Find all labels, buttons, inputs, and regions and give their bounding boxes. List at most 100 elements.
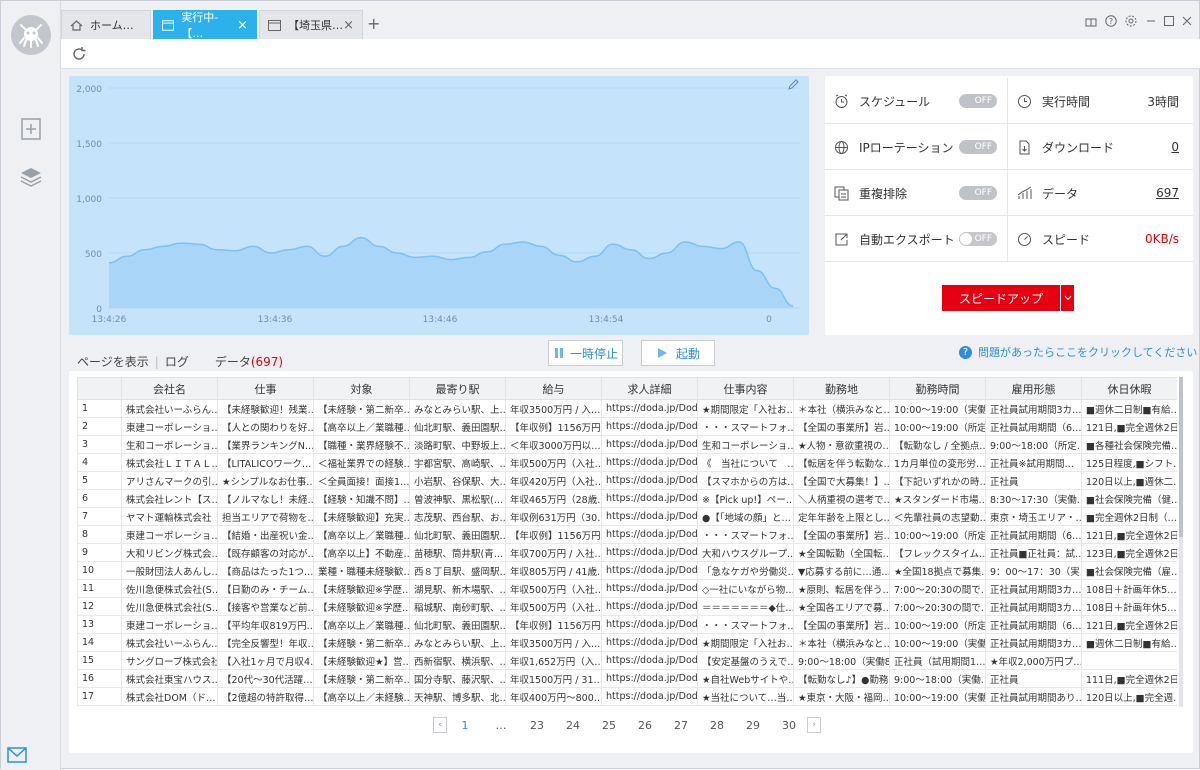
tab-log[interactable]: ログ (165, 353, 189, 370)
prev-page-button[interactable]: ‹ (433, 717, 447, 733)
column-header[interactable]: 仕事 (217, 377, 314, 400)
table-cell: https://doda.jp/Doda… (601, 687, 698, 706)
page-24[interactable]: 24 (555, 719, 591, 732)
table-cell: ◇一社にいながら物… (697, 579, 794, 598)
page-29[interactable]: 29 (735, 719, 771, 732)
column-header[interactable]: 雇用形態 (985, 377, 1082, 400)
table-row[interactable]: 8 東建コーポレーショ… 【結婚・出産祝い金… 【高卒以上／業職種… 仙北町駅、義田園駅… (77, 525, 1177, 544)
table-cell: 【入社1ヶ月で月収4… (217, 651, 314, 670)
page-1[interactable]: 1 (447, 719, 483, 732)
page-23[interactable]: 23 (519, 719, 555, 732)
vertical-scrollbar[interactable] (1179, 377, 1183, 707)
table-row[interactable]: 5 アリさんマークの引… ★シンプルなお仕事… ＜全員面接！面接1… 小岩駅、谷保駅、大… (77, 471, 1177, 490)
tab-running[interactable]: 実行中-【… × (153, 10, 257, 40)
column-header[interactable]: 勤務地 (793, 377, 890, 400)
page-26[interactable]: 26 (627, 719, 663, 732)
table-row[interactable]: 9 大和リビング株式会… 【既存顧客の対応が… 【高卒以上】不動産… 苗穂駅、筒井駅(青… (77, 543, 1177, 562)
app-logo (11, 15, 51, 55)
column-header[interactable]: 給与 (505, 377, 602, 400)
row-index: 5 (77, 471, 122, 490)
page-30[interactable]: 30 (771, 719, 807, 732)
chevron-down-icon[interactable] (1060, 285, 1074, 311)
column-header[interactable]: 休日休暇 (1081, 377, 1177, 400)
run-time-label: 実行時間 (1042, 94, 1091, 109)
tab-page-view[interactable]: ページを表示 (77, 353, 149, 370)
column-header[interactable]: 求人詳細 (601, 377, 698, 400)
table-body: 1 株式会社いーふらん… 【未経験歓迎！残業… 【未経験・第二新卒… みなとみらい駅、上… (77, 399, 1177, 706)
table-cell: 【高卒以上／業職種… (313, 615, 410, 634)
data-value[interactable]: 697 (1156, 186, 1179, 200)
pause-button[interactable]: 一時停止 (548, 340, 623, 366)
page-25[interactable]: 25 (591, 719, 627, 732)
pause-label: 一時停止 (569, 346, 618, 361)
column-header[interactable]: 勤務時間 (889, 377, 986, 400)
table-cell: 【人との関わりを好… (217, 417, 314, 436)
table-row[interactable]: 6 株式会社レント【ス… 【ノルマなし！未経… 【経験・知識不問】… 曽波神駅、黒松駅(… (77, 489, 1177, 508)
table-cell: 正社員試用期間（6… (985, 525, 1082, 544)
column-header[interactable] (77, 377, 122, 400)
row-index: 3 (77, 435, 122, 454)
table-row[interactable]: 10 一般財団法人あんし… 【商品はたった1つ… 業種・職種未経験歓… 西８丁目駅、盛岡… (77, 561, 1177, 580)
table-cell: 年収500万円（入社… (505, 579, 602, 598)
table-row[interactable]: 2 東建コーポレーショ… 【人との関わりを好… 【高卒以上／業職種… 仙北町駅、義田園駅… (77, 417, 1177, 436)
table-cell: 東建コーポレーショ… (121, 417, 218, 436)
clock-icon (1016, 93, 1032, 109)
tab-task[interactable]: 【埼玉県… × (259, 10, 363, 39)
scrollbar-thumb[interactable] (1179, 377, 1183, 537)
new-task-button[interactable] (17, 115, 45, 143)
column-header[interactable]: 仕事内容 (697, 377, 794, 400)
table-cell: 【経験・知識不問】… (313, 489, 410, 508)
close-icon[interactable]: × (237, 19, 248, 32)
page-28[interactable]: 28 (699, 719, 735, 732)
table-row[interactable]: 14 株式会社いーふらん… 【完全反響型！年収… 【未経験・第二新卒… みなとみらい駅、… (77, 633, 1177, 652)
table-row[interactable]: 17 株式会社DOM（ド… 【2億超の特許取得… 【高卒以上／未経験… 天神駅、博多駅、… (77, 687, 1177, 706)
table-row[interactable]: 7 ヤマト運輸株式会社 担当エリアで荷物を… 【未経験歓迎】充実… 志茂駅、西台駅、お…… (77, 507, 1177, 526)
mail-button[interactable] (7, 747, 27, 763)
table-row[interactable]: 4 株式会社ＬＩＴＡＬ… 【LITALICOワーク… ＜福祉業界での経験… 宇都宮駅、高… (77, 453, 1177, 472)
close-window-icon[interactable] (1179, 13, 1195, 29)
minimize-icon[interactable] (1143, 13, 1159, 29)
maximize-icon[interactable] (1161, 13, 1177, 29)
tasks-button[interactable] (17, 163, 45, 191)
ip-rotation-toggle[interactable]: OFF (959, 140, 997, 154)
table-row[interactable]: 15 サングローブ株式会社 【入社1ヶ月で月収4… 【未経験歓迎★】営… 西新宿駅、横浜… (77, 651, 1177, 670)
table-cell: 株式会社ＬＩＴＡＬ… (121, 453, 218, 472)
table-row[interactable]: 1 株式会社いーふらん… 【未経験歓迎！残業… 【未経験・第二新卒… みなとみらい駅、上… (77, 399, 1177, 418)
table-row[interactable]: 11 佐川急便株式会社(S… 【日勤のみ・チーム… 【未経験歓迎※学歴… 湖見駅、新木場… (77, 579, 1177, 598)
octopus-logo-icon (19, 24, 43, 48)
help-icon[interactable]: ? (1103, 13, 1119, 29)
new-tab-button[interactable]: + (367, 14, 380, 33)
close-icon[interactable]: × (343, 19, 354, 32)
settings-icon[interactable] (1123, 13, 1139, 29)
page-27[interactable]: 27 (663, 719, 699, 732)
table-row[interactable]: 3 生和コーポレーショ… 【業界ランキングN… 【職種・業界経験不… 淡路町駅、中野坂上… (77, 435, 1177, 454)
table-row[interactable]: 16 株式会社東宝ハウス… 【20代～30代活躍… 【未経験・第二新卒… 国分寺駅、藤沢… (77, 669, 1177, 688)
table-cell: 正社員試用期間（6… (985, 615, 1082, 634)
table-cell: 「急なケガや労働災… (697, 561, 794, 580)
schedule-toggle[interactable]: OFF (959, 94, 997, 108)
row-index: 14 (77, 633, 122, 652)
table-cell: 【全国の事業所】岩… (793, 525, 890, 544)
tab-home[interactable]: ホーム… (61, 10, 151, 39)
table-row[interactable]: 13 東建コーポレーショ… 【平均年収819万円… 【高卒以上／業職種… 仙北町駅、義田… (77, 615, 1177, 634)
gift-icon[interactable] (1083, 13, 1099, 29)
table-cell: みなとみらい駅、上… (409, 633, 506, 652)
help-link[interactable]: ? 問題があったらここをクリックしてください (959, 344, 1197, 360)
reload-icon[interactable] (71, 46, 87, 62)
table-cell: 株式会社DOM（ド… (121, 687, 218, 706)
download-value[interactable]: 0 (1171, 140, 1179, 154)
table-row[interactable]: 12 佐川急便株式会社(S… 【接客や営業など前… 【未経験歓迎※学歴… 稲城駅、南砂町… (77, 597, 1177, 616)
table-cell: ＝＝＝＝＝＝＝◆仕… (697, 597, 794, 616)
column-header[interactable]: 会社名 (121, 377, 218, 400)
column-header[interactable]: 最寄り駅 (409, 377, 506, 400)
dedupe-toggle[interactable]: OFF (959, 186, 997, 200)
speedup-button[interactable]: スピードアップ (942, 285, 1074, 311)
auto-export-toggle[interactable]: OFF (959, 232, 997, 246)
column-header[interactable]: 対象 (313, 377, 410, 400)
next-page-button[interactable]: › (807, 717, 821, 733)
table-cell: 【年収例】1156万円… (505, 525, 602, 544)
table-cell: ＜先輩社員の志望動… (889, 507, 986, 526)
table-cell: 西８丁目駅、盛岡駅… (409, 561, 506, 580)
start-button[interactable]: 起動 (641, 340, 715, 366)
edit-chart-button[interactable] (787, 79, 801, 93)
